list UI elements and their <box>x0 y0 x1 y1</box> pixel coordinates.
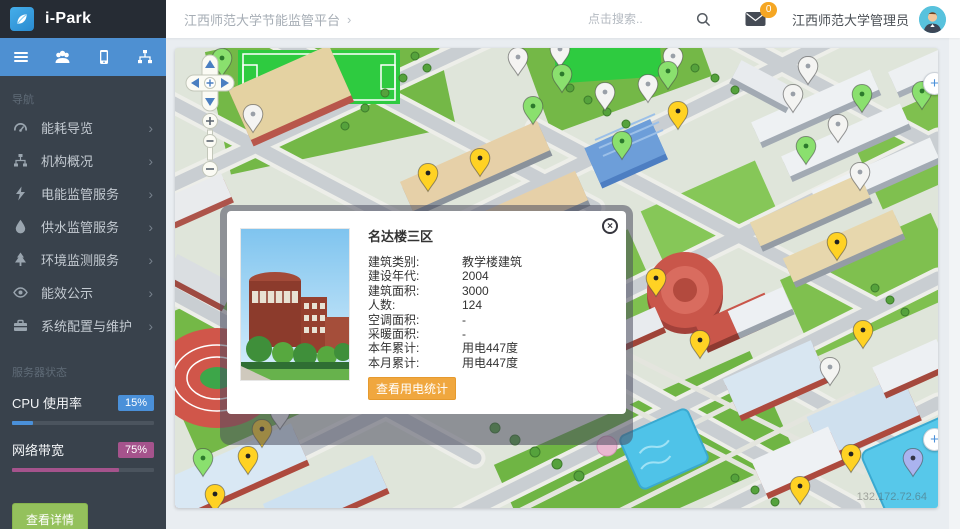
logo-bar: i-Park <box>0 0 166 38</box>
field-value: 3000 <box>462 284 489 298</box>
search-icon[interactable] <box>696 12 711 27</box>
building-info-popup: × <box>220 205 633 445</box>
page: { "app": { "logo_text": "i-Park" }, "gly… <box>0 0 960 529</box>
menu-icon[interactable] <box>0 38 42 76</box>
bandwidth-label: 网络带宽 <box>12 440 64 459</box>
breadcrumb: 江西师范大学节能监管平台 <box>184 10 340 29</box>
field-label: 本年累计: <box>368 341 462 355</box>
field-label: 建设年代: <box>368 269 462 283</box>
sidebar-nav: 能耗导览 › 机构概况 › 电能监管服务 › 供水监管服务 › 环境监测服务 ›… <box>0 111 166 342</box>
chevron-right-icon: › <box>148 319 153 333</box>
search-input[interactable] <box>588 12 686 26</box>
gauge-icon <box>13 120 30 135</box>
nav-item-system-config[interactable]: 系统配置与维护 › <box>0 309 166 342</box>
field-label: 建筑类别: <box>368 255 462 269</box>
field-value: 2004 <box>462 269 489 283</box>
users-icon[interactable] <box>42 38 84 76</box>
eye-icon <box>13 285 30 300</box>
nav-item-organization[interactable]: 机构概况 › <box>0 144 166 177</box>
nav-item-label: 能效公示 <box>41 283 93 302</box>
cpu-progress-bar <box>12 421 154 425</box>
field-value: 用电447度 <box>462 356 518 370</box>
building-info: 名达楼三区 建筑类别:教学楼建筑 建设年代:2004 建筑面积:3000 人数:… <box>368 226 618 400</box>
field-value: - <box>462 327 466 341</box>
view-details-button[interactable]: 查看详情 <box>12 503 88 529</box>
field-label: 空调面积: <box>368 313 462 327</box>
cpu-usage-badge: 15% <box>118 395 154 411</box>
building-name: 名达楼三区 <box>368 226 618 245</box>
nav-item-label: 系统配置与维护 <box>41 316 132 335</box>
map-navigation-control[interactable] <box>184 53 236 179</box>
server-status-title: 服务器状态 <box>12 364 154 380</box>
chevron-right-icon: › <box>148 220 153 234</box>
chevron-right-icon: › <box>148 286 153 300</box>
bandwidth-badge: 75% <box>118 442 154 458</box>
campus-map[interactable]: 132.172.72.64 + + × <box>175 48 938 508</box>
field-value: - <box>462 313 466 327</box>
nav-item-water[interactable]: 供水监管服务 › <box>0 210 166 243</box>
nav-item-label: 机构概况 <box>41 151 93 170</box>
notifications-button[interactable]: 0 <box>745 11 766 27</box>
nav-item-label: 供水监管服务 <box>41 217 119 236</box>
chevron-right-icon: › <box>148 154 153 168</box>
chevron-right-icon: › <box>148 187 153 201</box>
username: 江西师范大学管理员 <box>792 10 909 29</box>
building-info-card: × <box>227 211 626 414</box>
user-avatar[interactable] <box>919 6 946 33</box>
sidebar-toolbar <box>0 38 166 76</box>
view-electricity-stats-button[interactable]: 查看用电统计 <box>368 377 456 400</box>
chevron-right-icon: › <box>148 253 153 267</box>
bandwidth-progress-bar <box>12 468 154 472</box>
notification-count-badge: 0 <box>760 2 777 18</box>
field-label: 采暖面积: <box>368 327 462 341</box>
device-icon[interactable] <box>83 38 125 76</box>
nav-item-label: 环境监测服务 <box>41 250 119 269</box>
sidebar: i-Park 导航 能耗导览 › 机构概况 › 电能监管服务 › <box>0 0 166 529</box>
sitemap-icon[interactable] <box>125 38 167 76</box>
nav-item-efficiency[interactable]: 能效公示 › <box>0 276 166 309</box>
nav-item-label: 电能监管服务 <box>41 184 119 203</box>
bandwidth-progress-fill <box>12 468 119 472</box>
field-value: 教学楼建筑 <box>462 255 522 269</box>
sitemap-icon <box>13 153 30 168</box>
cpu-usage-label: CPU 使用率 <box>12 393 82 412</box>
breadcrumb-chevron-icon: › <box>347 12 351 27</box>
app-title: i-Park <box>45 10 91 28</box>
cpu-progress-fill <box>12 421 33 425</box>
toolbox-icon <box>13 318 30 333</box>
topbar: 江西师范大学节能监管平台 › 0 江西师范大学管理员 <box>166 0 960 38</box>
droplet-icon <box>13 219 30 234</box>
nav-section-label: 导航 <box>0 76 166 111</box>
bolt-icon <box>13 186 30 201</box>
nav-item-label: 能耗导览 <box>41 118 93 137</box>
building-photo <box>240 228 350 381</box>
map-watermark: 132.172.72.64 <box>857 491 927 503</box>
nav-item-electricity[interactable]: 电能监管服务 › <box>0 177 166 210</box>
nav-item-environment[interactable]: 环境监测服务 › <box>0 243 166 276</box>
tree-icon <box>13 252 30 267</box>
field-value: 124 <box>462 298 482 312</box>
chevron-right-icon: › <box>148 121 153 135</box>
leaf-logo-icon <box>10 7 34 31</box>
field-label: 人数: <box>368 298 462 312</box>
nav-item-energy-overview[interactable]: 能耗导览 › <box>0 111 166 144</box>
scrollbar-track <box>949 0 960 529</box>
field-value: 用电447度 <box>462 341 518 355</box>
server-status-panel: 服务器状态 CPU 使用率 15% 网络带宽 75% 查看详情 <box>0 364 166 529</box>
field-label: 本月累计: <box>368 356 462 370</box>
field-label: 建筑面积: <box>368 284 462 298</box>
